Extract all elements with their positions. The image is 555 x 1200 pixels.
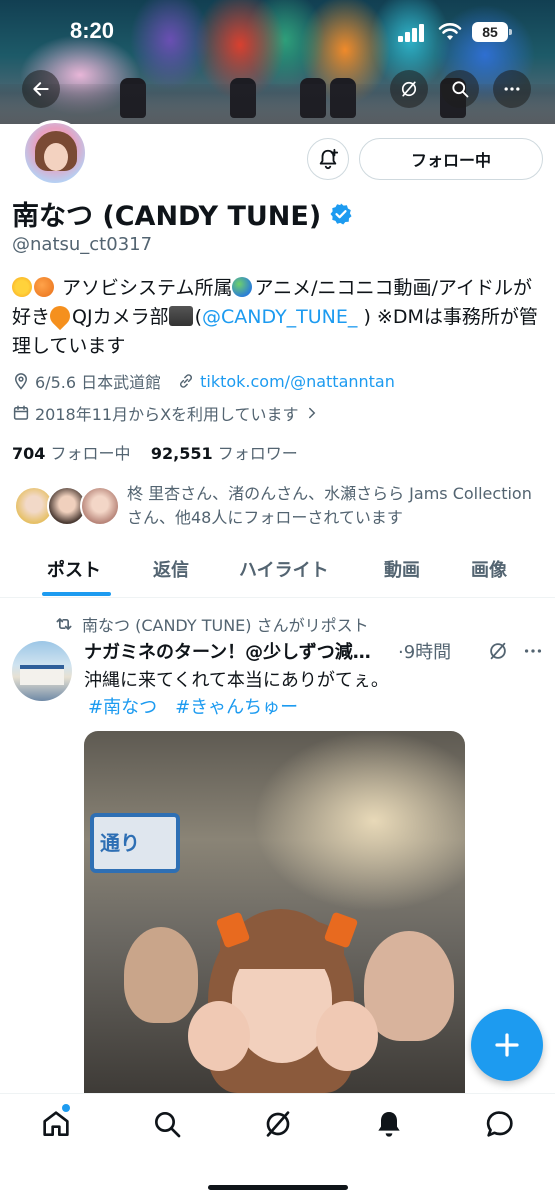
hashtag-link[interactable]: #南なつ — [88, 697, 157, 718]
bio-mention-link[interactable]: @CANDY_TUNE_ — [202, 306, 357, 328]
profile-tabs: ポスト 返信 ハイライト 動画 画像 — [0, 548, 555, 598]
nav-messages[interactable] — [484, 1108, 516, 1140]
verified-badge-icon[interactable] — [329, 202, 353, 226]
chat-bubble-icon — [486, 1111, 513, 1137]
image-hand — [188, 1001, 250, 1071]
active-tab-indicator — [42, 592, 111, 596]
grok-icon — [266, 1111, 290, 1137]
repost-icon — [56, 618, 72, 630]
image-background-person — [124, 927, 198, 1023]
home-icon — [43, 1111, 69, 1136]
grok-button[interactable] — [390, 70, 428, 108]
follower-avatar — [80, 486, 120, 526]
avatar-face — [44, 143, 68, 171]
profile-website-link[interactable]: tiktok.com/@nattanntan — [200, 372, 395, 391]
cellular-signal-icon — [398, 24, 426, 42]
sun-emoji-icon — [12, 277, 32, 297]
profile-name: 南なつ (CANDY TUNE) — [12, 194, 353, 233]
profile-bio: アソビシステム所属 アニメ/ニコニコ動画/アイドルが好き QJカメラ部 (@CANDY… — [12, 274, 547, 361]
compose-post-button[interactable] — [471, 1009, 543, 1081]
tab-highlights[interactable]: ハイライト — [239, 556, 329, 582]
wifi-icon — [438, 23, 462, 40]
nav-notifications[interactable] — [373, 1108, 405, 1140]
link-icon — [180, 374, 193, 388]
image-hand — [316, 1001, 378, 1071]
bell-plus-icon — [319, 148, 339, 170]
hashtag-link[interactable]: #きゃんちゅー — [175, 697, 298, 718]
search-icon — [452, 81, 469, 98]
home-notification-dot — [62, 1104, 70, 1112]
more-icon[interactable] — [522, 640, 544, 662]
image-street-sign: 通り — [90, 813, 180, 873]
post-time[interactable]: ·9時間 — [398, 638, 451, 664]
calendar-icon — [13, 405, 29, 420]
orange-heart-emoji-icon — [45, 301, 75, 331]
post-header: ナガミネのターン！@少しずつ減… ·9時間 — [84, 638, 544, 666]
bottom-navigation — [0, 1093, 555, 1200]
follow-counts: 704 フォロー中 92,551 フォロワー — [12, 440, 298, 464]
back-arrow-icon — [33, 82, 49, 96]
grok-icon — [401, 81, 417, 97]
search-icon — [155, 1112, 181, 1138]
profile-joined-row[interactable]: 2018年11月からXを利用しています — [12, 401, 326, 425]
post-author-name[interactable]: ナガミネのターン！@少しずつ減… — [84, 638, 371, 664]
following-count: 704 — [12, 444, 46, 463]
status-bar: 8:20 85 — [0, 0, 555, 60]
status-time: 8:20 — [70, 18, 115, 43]
orange-emoji-icon — [34, 277, 54, 297]
bell-icon — [378, 1112, 400, 1137]
more-icon — [504, 87, 520, 91]
bio-text: ( — [194, 306, 202, 328]
more-button[interactable] — [493, 70, 531, 108]
profile-banner[interactable]: 8:20 85 — [0, 0, 555, 124]
profile-avatar[interactable] — [22, 120, 88, 186]
camera-emoji-icon — [168, 306, 193, 326]
repost-label: 南なつ (CANDY TUNE) さんがリポスト — [82, 616, 369, 635]
nav-grok[interactable] — [262, 1108, 294, 1140]
notification-bell-button[interactable] — [307, 138, 349, 180]
globe-emoji-icon — [232, 277, 253, 297]
profile-joined-date: 2018年11月からXを利用しています — [35, 405, 299, 424]
followers-count: 92,551 — [150, 444, 213, 463]
tab-posts[interactable]: ポスト — [47, 556, 101, 582]
nav-home[interactable] — [40, 1108, 72, 1140]
back-button[interactable] — [22, 70, 60, 108]
post-text: 沖縄に来てくれて本当にありがてぇ。 — [84, 670, 389, 691]
battery-indicator: 85 — [472, 22, 512, 42]
home-indicator-bar — [208, 1185, 348, 1190]
tab-photos[interactable]: 画像 — [471, 556, 507, 582]
chevron-right-icon — [308, 407, 315, 419]
profile-location: 6/5.6 日本武道館 — [35, 373, 162, 392]
bio-text: アソビシステム所属 — [56, 277, 233, 299]
bio-text: QJカメラ部 — [72, 306, 169, 328]
image-background-person — [364, 931, 454, 1041]
following-button[interactable]: フォロー中 — [359, 138, 543, 180]
followers-you-know[interactable]: 柊 里杏さん、渚のんさん、水瀬さらら Jams Collectionさん、他48… — [14, 482, 544, 532]
following-label: フォロー中 — [50, 444, 131, 463]
location-pin-icon — [14, 373, 28, 390]
tab-replies[interactable]: 返信 — [153, 556, 189, 582]
plus-icon — [495, 1033, 519, 1057]
nav-search[interactable] — [151, 1108, 183, 1140]
followed-by-text: 柊 里杏さん、渚のんさん、水瀬さらら Jams Collectionさん、他48… — [127, 484, 532, 527]
post-image[interactable]: 通り — [84, 731, 465, 1093]
profile-handle: @natsu_ct0317 — [12, 234, 153, 255]
following-count-link[interactable]: 704 フォロー中 — [12, 444, 131, 463]
profile-meta-row: 6/5.6 日本武道館 tiktok.com/@nattanntan — [12, 369, 395, 393]
post-hashtags: #南なつ #きゃんちゅー — [88, 693, 316, 719]
post-author-avatar[interactable] — [12, 641, 72, 701]
grok-icon[interactable] — [487, 640, 509, 662]
repost-indicator[interactable]: 南なつ (CANDY TUNE) さんがリポスト — [54, 612, 369, 636]
followers-label: フォロワー — [217, 444, 298, 463]
search-button[interactable] — [441, 70, 479, 108]
tab-videos[interactable]: 動画 — [384, 556, 420, 582]
followers-count-link[interactable]: 92,551 フォロワー — [151, 444, 298, 463]
profile-name-text: 南なつ (CANDY TUNE) — [12, 201, 322, 232]
